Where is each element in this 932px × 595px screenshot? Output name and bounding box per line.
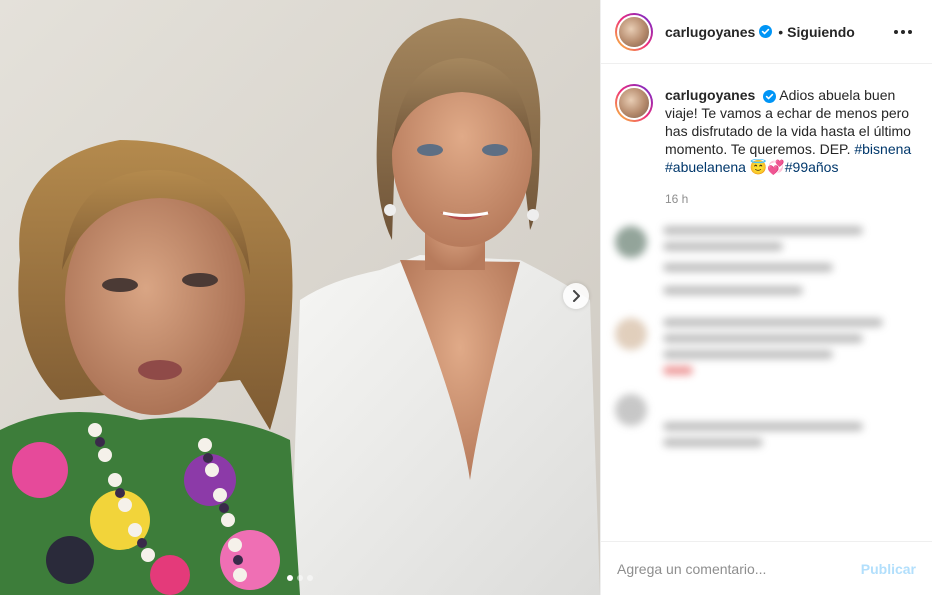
carousel-dot [287, 575, 293, 581]
comment-input[interactable] [617, 560, 861, 577]
verified-badge-icon [763, 89, 777, 103]
post-media[interactable] [0, 0, 600, 595]
caption-avatar[interactable] [615, 84, 653, 122]
post-timestamp[interactable]: 16 h [665, 190, 913, 208]
author-username[interactable]: carlugoyanes [665, 24, 755, 40]
caption-username[interactable]: carlugoyanes [665, 87, 755, 103]
post-photo [0, 0, 600, 595]
caption-body: carlugoyanes Adios abuela buen viaje! Te… [665, 86, 913, 208]
carousel-dot [307, 575, 313, 581]
next-photo-button[interactable] [563, 283, 589, 309]
post-caption: carlugoyanes Adios abuela buen viaje! Te… [601, 64, 932, 208]
commenter-avatar [615, 394, 647, 426]
hashtag-link[interactable]: #abuelanena [665, 159, 746, 175]
carousel-dot [297, 575, 303, 581]
post-header: carlugoyanes • Siguiendo [601, 0, 932, 64]
carousel-indicator [0, 575, 600, 581]
post-sidebar: carlugoyanes • Siguiendo carlugoyanes Ad… [600, 0, 932, 595]
header-separator: • [778, 23, 784, 40]
caption-emojis: 😇💞 [749, 159, 785, 175]
comment-item [601, 226, 932, 302]
hashtag-link[interactable]: #bisnena [854, 141, 911, 157]
comment-item [601, 394, 932, 454]
instagram-post: carlugoyanes • Siguiendo carlugoyanes Ad… [0, 0, 932, 595]
comment-bar: Publicar [601, 541, 932, 595]
follow-status-button[interactable]: Siguiendo [787, 24, 855, 40]
more-options-icon[interactable] [888, 24, 918, 40]
chevron-right-icon [573, 290, 580, 302]
commenter-avatar [615, 226, 647, 258]
blurred-comments [601, 208, 932, 454]
commenter-avatar [615, 318, 647, 350]
publish-button[interactable]: Publicar [861, 561, 916, 577]
author-avatar[interactable] [615, 12, 653, 51]
verified-badge-icon [759, 25, 773, 38]
hashtag-link[interactable]: #99años [785, 159, 839, 175]
comment-item [601, 318, 932, 382]
